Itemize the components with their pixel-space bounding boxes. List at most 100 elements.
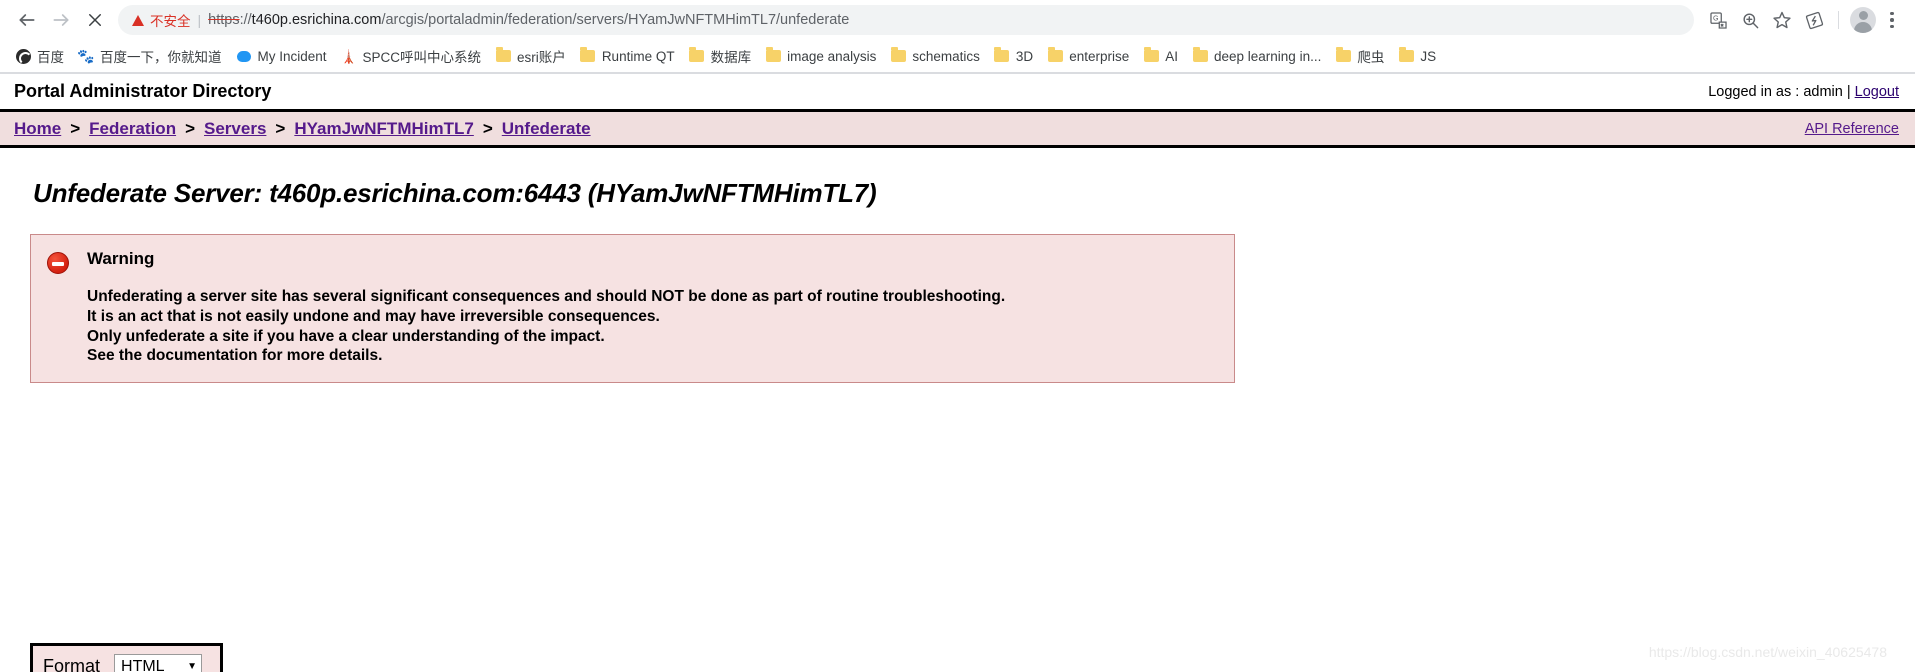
folder-icon [1047,47,1063,64]
bookmark-label: image analysis [787,48,877,64]
format-select-value: HTML [121,657,165,672]
format-label: Format [43,656,101,672]
breadcrumb-bar: Home > Federation > Servers > HYamJwNFTM… [0,112,1915,148]
baidu-icon [15,48,32,65]
warning-panel: Warning Unfederating a server site has s… [30,234,1235,384]
breadcrumb-separator: > [482,118,493,138]
bookmark-item[interactable]: 3D [987,45,1040,67]
security-status-label: 不安全 [150,14,191,29]
bookmark-label: 数据库 [710,50,752,65]
forward-button[interactable] [44,3,78,37]
close-icon [89,14,101,26]
back-button[interactable] [10,3,44,37]
bookmark-item[interactable]: JS [1391,45,1443,67]
bookmark-item[interactable]: enterprise [1040,45,1136,67]
breadcrumb-separator: > [275,118,286,138]
unfederate-page-heading: Unfederate Server: t460p.esrichina.com:6… [33,178,877,208]
omnibox-separator: | [197,12,202,28]
menu-dot [1890,24,1894,29]
breadcrumb-item-home[interactable]: Home [14,119,61,139]
toolbar-divider [1838,11,1839,29]
bookmark-label: Runtime QT [601,48,675,64]
breadcrumb-separator: > [70,118,81,138]
warning-heading: Warning [87,249,155,268]
bookmarks-bar: 百度 🐾 百度一下，你就知道 My Incident 🗼 SPCC呼叫中心系统 … [0,40,1915,73]
breadcrumb-separator: > [185,118,196,138]
bookmark-label: JS [1420,48,1437,64]
bookmark-star-icon[interactable] [1766,4,1798,36]
bookmark-item[interactable]: 数据库 [682,43,759,69]
three-dot-menu-icon[interactable] [1879,5,1905,35]
warning-triangle-icon [132,14,144,26]
toolbar-icon-group: G [1702,4,1905,36]
folder-icon [994,47,1010,64]
warning-line: See the documentation for more details. [87,347,383,365]
bookmark-item[interactable]: AI [1136,45,1185,67]
arrow-left-icon [19,14,35,26]
chevron-down-icon: ▼ [187,661,198,672]
warning-line: Unfederating a server site has several s… [87,288,1006,305]
bookmark-label: 百度一下，你就知道 [100,50,222,65]
breadcrumb-item-servers[interactable]: Servers [204,119,266,139]
bookmark-item[interactable]: schematics [883,45,987,67]
no-entry-icon [47,252,69,274]
bookmark-item[interactable]: 百度 [8,43,71,69]
avatar[interactable] [1847,4,1879,36]
bookmark-item[interactable]: Runtime QT [573,45,682,67]
warning-line: It is an act that is not easily undone a… [87,307,660,325]
breadcrumb-item-server-id[interactable]: HYamJwNFTMHimTL7 [294,119,473,139]
url-host: t460p.esrichina.com [251,12,382,28]
unfederate-form: Format HTML ▼ Unfederate Server 点击 [30,643,223,672]
page-title: Portal Administrator Directory [14,81,272,101]
browser-chrome: 不安全 | https://t460p.esrichina.com/arcgis… [0,0,1915,74]
bookmark-label: My Incident [257,48,327,64]
translate-icon[interactable]: G [1702,4,1734,36]
zoom-icon[interactable] [1734,4,1766,36]
url-path: /arcgis/portaladmin/federation/servers/H… [381,12,850,28]
login-status-label: Logged in as : admin | [1708,83,1851,100]
browser-toolbar: 不安全 | https://t460p.esrichina.com/arcgis… [0,0,1915,40]
bookmark-item[interactable]: deep learning in... [1185,45,1328,67]
extension-flash-icon[interactable] [1798,4,1830,36]
svg-text:G: G [1712,14,1718,22]
folder-icon [1398,47,1414,64]
warning-body: Warning Unfederating a server site has s… [87,249,1218,366]
bookmark-item[interactable]: 爬虫 [1328,43,1391,69]
bookmark-item[interactable]: 🐾 百度一下，你就知道 [71,43,229,69]
bookmark-label: AI [1165,48,1178,64]
api-reference-link[interactable]: API Reference [1805,121,1899,137]
bookmark-item[interactable]: My Incident [229,45,334,67]
breadcrumb: Home > Federation > Servers > HYamJwNFTM… [14,119,591,139]
bookmark-label: 3D [1015,48,1034,64]
folder-icon [1335,47,1351,64]
bookmark-item[interactable]: 🗼 SPCC呼叫中心系统 [334,43,489,69]
folder-icon [495,47,511,64]
login-status: Logged in as : admin | Logout [1708,84,1899,100]
spcc-tower-icon: 🗼 [340,48,357,64]
arrow-right-icon [53,14,69,26]
format-row: Format HTML ▼ [43,654,210,672]
folder-icon [1143,47,1159,64]
breadcrumb-item-federation[interactable]: Federation [89,119,176,139]
bookmark-item[interactable]: image analysis [758,45,883,67]
logout-link[interactable]: Logout [1855,84,1899,100]
stop-loading-button[interactable] [78,3,112,37]
bookmark-label: 百度 [37,50,64,65]
url-text[interactable]: https://t460p.esrichina.com/arcgis/porta… [208,12,1680,28]
format-select[interactable]: HTML ▼ [114,654,203,672]
address-bar[interactable]: 不安全 | https://t460p.esrichina.com/arcgis… [118,5,1694,35]
folder-icon [1192,47,1208,64]
security-status-chip[interactable]: 不安全 [132,10,191,30]
bookmark-item[interactable]: esri账户 [488,43,573,69]
incident-cloud-icon [236,48,252,64]
breadcrumb-item-unfederate[interactable]: Unfederate [502,119,591,139]
bookmark-label: schematics [912,48,980,64]
menu-dot [1890,11,1894,16]
profile-avatar-icon [1850,7,1876,33]
folder-icon [580,47,596,64]
watermark: https://blog.csdn.net/weixin_40625478 [1648,644,1887,660]
bookmark-label: enterprise [1069,48,1130,64]
page-content: Portal Administrator Directory Logged in… [0,74,1915,672]
menu-dot [1890,18,1894,22]
url-scheme: https [208,12,240,28]
